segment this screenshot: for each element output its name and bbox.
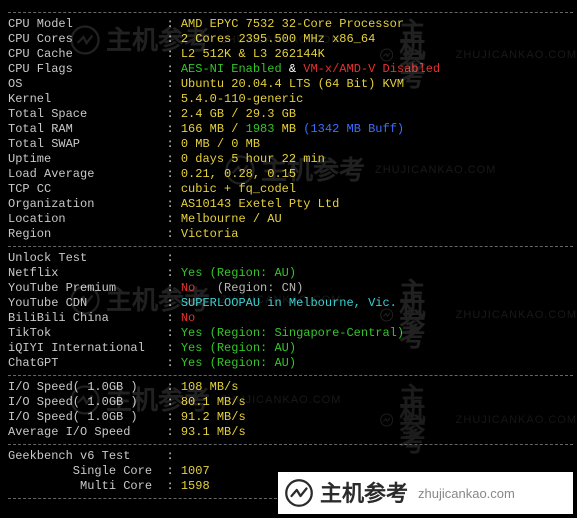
footer-cn-text: 主机参考 [320,486,408,501]
line-value: No [181,281,195,295]
terminal-line: Total RAM : 166 MB / 1983 MB (1342 MB Bu… [8,122,573,137]
line-label: Single Core [8,464,166,478]
divider [8,12,573,13]
terminal-line: BiliBili China : No [8,311,573,326]
line-label: ChatGPT [8,356,166,370]
line-label: Total RAM [8,122,166,136]
line-label: I/O Speed( 1.0GB ) [8,380,166,394]
terminal-line: CPU Flags : AES-NI Enabled & VM-x/AMD-V … [8,62,573,77]
terminal-line: CPU Cores : 2 Cores 2395.500 MHz x86_64 [8,32,573,47]
line-value: AS10143 Exetel Pty Ltd [181,197,339,211]
line-label: I/O Speed( 1.0GB ) [8,410,166,424]
line-value: No [181,311,195,325]
terminal-line: Total SWAP : 0 MB / 0 MB [8,137,573,152]
line-value: 2.4 GB / 29.3 GB [181,107,296,121]
line-value: 0 MB / 0 MB [181,137,260,151]
line-value: 0 days 5 hour 22 min [181,152,325,166]
line-label: CPU Cache [8,47,166,61]
line-value: 1598 [181,479,210,493]
line-label: TikTok [8,326,166,340]
line-label: Total Space [8,107,166,121]
line-value: Ubuntu 20.04.4 LTS (64 Bit) KVM [181,77,404,91]
line-value: AMD EPYC 7532 32-Core Processor [181,17,404,31]
line-label: YouTube Premium [8,281,166,295]
line-label: Region [8,227,166,241]
footer-watermark-badge: 主机参考 zhujicankao.com [278,472,573,514]
terminal-line: Region : Victoria [8,227,573,242]
footer-en-text: zhujicankao.com [418,486,515,501]
line-label: iQIYI International [8,341,166,355]
line-label: Uptime [8,152,166,166]
line-label: CPU Cores [8,32,166,46]
terminal-line: YouTube CDN : SUPERLOOPAU in Melbourne, … [8,296,573,311]
terminal-line: iQIYI International : Yes (Region: AU) [8,341,573,356]
line-value: 1983 [246,122,275,136]
terminal-line: I/O Speed( 1.0GB ) : 108 MB/s [8,380,573,395]
terminal-line: CPU Model : AMD EPYC 7532 32-Core Proces… [8,17,573,32]
line-value: 2 Cores 2395.500 MHz x86_64 [181,32,375,46]
line-value: 1007 [181,464,210,478]
line-value: MB [274,122,303,136]
line-value: 93.1 MB/s [181,425,246,439]
line-label: Netflix [8,266,166,280]
line-label: BiliBili China [8,311,166,325]
terminal-line: Load Average : 0.21, 0.28, 0.15 [8,167,573,182]
line-value: 91.2 MB/s [181,410,246,424]
line-label: OS [8,77,166,91]
terminal-line: Average I/O Speed : 93.1 MB/s [8,425,573,440]
terminal-line: Kernel : 5.4.0-110-generic [8,92,573,107]
line-value: cubic + fq_codel [181,182,296,196]
terminal-line: CPU Cache : L2 512K & L3 262144K [8,47,573,62]
line-label: Kernel [8,92,166,106]
terminal-line: TikTok : Yes (Region: Singapore-Central) [8,326,573,341]
terminal-line: I/O Speed( 1.0GB ) : 80.1 MB/s [8,395,573,410]
terminal-line: ChatGPT : Yes (Region: AU) [8,356,573,371]
line-label: Load Average [8,167,166,181]
line-value: 80.1 MB/s [181,395,246,409]
line-value: Yes (Region: AU) [181,356,296,370]
terminal-line: Organization : AS10143 Exetel Pty Ltd [8,197,573,212]
terminal-line: YouTube Premium : No (Region: CN) [8,281,573,296]
line-value: Yes (Region: AU) [181,341,296,355]
terminal-line: I/O Speed( 1.0GB ) : 91.2 MB/s [8,410,573,425]
line-value: 5.4.0-110-generic [181,92,303,106]
line-value: 0.21, 0.28, 0.15 [181,167,296,181]
terminal-line: Uptime : 0 days 5 hour 22 min [8,152,573,167]
line-value: Yes (Region: AU) [181,266,296,280]
line-label: TCP CC [8,182,166,196]
terminal-line: Location : Melbourne / AU [8,212,573,227]
line-label: Average I/O Speed [8,425,166,439]
line-label: YouTube CDN [8,296,166,310]
line-value: 166 MB / [181,122,246,136]
line-value: 108 MB/s [181,380,239,394]
line-value: AES-NI Enabled [181,62,282,76]
line-label: I/O Speed( 1.0GB ) [8,395,166,409]
logo-icon [284,478,314,508]
divider [8,444,573,445]
terminal-line: OS : Ubuntu 20.04.4 LTS (64 Bit) KVM [8,77,573,92]
line-label: Location [8,212,166,226]
line-label: Organization [8,197,166,211]
line-label: Multi Core [8,479,166,493]
terminal-line: Total Space : 2.4 GB / 29.3 GB [8,107,573,122]
section-header: Geekbench v6 Test : [8,449,573,464]
line-value: Victoria [181,227,239,241]
divider [8,375,573,376]
line-label: Total SWAP [8,137,166,151]
line-value: (Region: CN) [195,281,303,295]
line-value: (1342 MB Buff) [303,122,404,136]
line-value: VM-x/AMD-V Disabled [303,62,440,76]
divider [8,246,573,247]
line-value: & [282,62,304,76]
line-value: SUPERLOOPAU in Melbourne, Vic. [181,296,397,310]
line-value: Yes (Region: Singapore-Central) [181,326,404,340]
terminal-line: Netflix : Yes (Region: AU) [8,266,573,281]
line-value: L2 512K & L3 262144K [181,47,325,61]
line-label: CPU Flags [8,62,166,76]
terminal-output: CPU Model : AMD EPYC 7532 32-Core Proces… [0,0,577,507]
line-label: CPU Model [8,17,166,31]
section-header: Unlock Test : [8,251,573,266]
line-value: Melbourne / AU [181,212,282,226]
terminal-line: TCP CC : cubic + fq_codel [8,182,573,197]
